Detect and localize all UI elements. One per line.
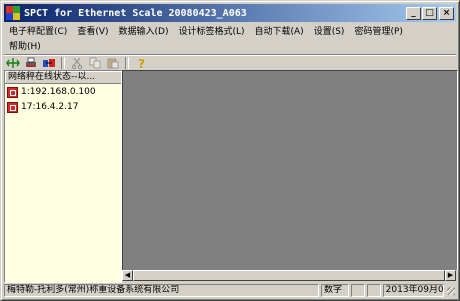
scale-disconnect-icon[interactable] — [40, 56, 58, 70]
horizontal-scrollbar[interactable]: ◀ ▶ — [122, 270, 456, 281]
menu-bar: 电子秤配置(C) 查看(V) 数据输入(D) 设计标签格式(L) 自动下载(A)… — [4, 23, 456, 53]
scrollbar-thumb[interactable] — [133, 270, 445, 281]
menu-auto-download[interactable]: 自动下载(A) — [250, 24, 309, 37]
menu-settings[interactable]: 设置(S) — [309, 24, 350, 37]
scroll-right-icon[interactable]: ▶ — [445, 270, 456, 281]
scale-tree-panel: 网络秤在线状态--以... 1:192.168.0.100 17:16.4.2.… — [4, 70, 122, 283]
menu-data-input[interactable]: 数据输入(D) — [114, 24, 174, 37]
minimize-button[interactable]: _ — [406, 6, 421, 20]
tree-node[interactable]: 1:192.168.0.100 — [5, 85, 121, 99]
toolbar-separator — [125, 57, 129, 69]
tree-node-label: 1:192.168.0.100 — [21, 87, 96, 97]
paste-icon[interactable] — [104, 56, 122, 70]
resize-grip-icon[interactable] — [446, 284, 456, 296]
tree-node[interactable]: 17:16.4.2.17 — [5, 100, 121, 114]
status-date: 2013年09月09日 — [382, 284, 445, 297]
toolbar: ? — [4, 54, 456, 71]
scale-node-icon — [7, 101, 18, 113]
menu-row-2: 帮助(H) — [4, 38, 456, 53]
menu-help[interactable]: 帮助(H) — [4, 39, 46, 52]
window-title: SPCT for Ethernet Scale 20080423_A063 — [24, 7, 247, 19]
status-mode: 数字 — [321, 284, 349, 297]
title-bar[interactable]: SPCT for Ethernet Scale 20080423_A063 _ … — [4, 4, 456, 22]
menu-row-1: 电子秤配置(C) 查看(V) 数据输入(D) 设计标签格式(L) 自动下载(A)… — [4, 23, 456, 38]
printer-download-icon[interactable] — [22, 56, 40, 70]
menu-password[interactable]: 密码管理(P) — [349, 24, 407, 37]
status-bar: 梅特勒-托利多(常州)称重设备系统有限公司 数字 2013年09月09日 — [4, 284, 456, 298]
status-empty-2 — [366, 284, 381, 297]
help-icon[interactable]: ? — [132, 56, 150, 70]
menu-scale-config[interactable]: 电子秤配置(C) — [4, 24, 72, 37]
status-empty-1 — [350, 284, 365, 297]
tree-node-label: 17:16.4.2.17 — [21, 102, 79, 112]
scale-node-icon — [7, 86, 18, 98]
close-button[interactable]: × — [439, 6, 454, 20]
app-window: SPCT for Ethernet Scale 20080423_A063 _ … — [0, 0, 460, 301]
menu-view[interactable]: 查看(V) — [72, 24, 113, 37]
svg-text:?: ? — [138, 57, 145, 69]
status-company: 梅特勒-托利多(常州)称重设备系统有限公司 — [4, 284, 320, 297]
scroll-left-icon[interactable]: ◀ — [122, 270, 133, 281]
maximize-button[interactable]: □ — [422, 6, 437, 20]
cut-icon[interactable] — [68, 56, 86, 70]
app-logo-icon[interactable] — [6, 6, 20, 20]
network-connect-icon[interactable] — [4, 56, 22, 70]
copy-icon[interactable] — [86, 56, 104, 70]
toolbar-separator — [61, 57, 65, 69]
workspace-area — [122, 70, 458, 270]
tree-header[interactable]: 网络秤在线状态--以... — [5, 71, 121, 84]
menu-label-design[interactable]: 设计标签格式(L) — [173, 24, 249, 37]
